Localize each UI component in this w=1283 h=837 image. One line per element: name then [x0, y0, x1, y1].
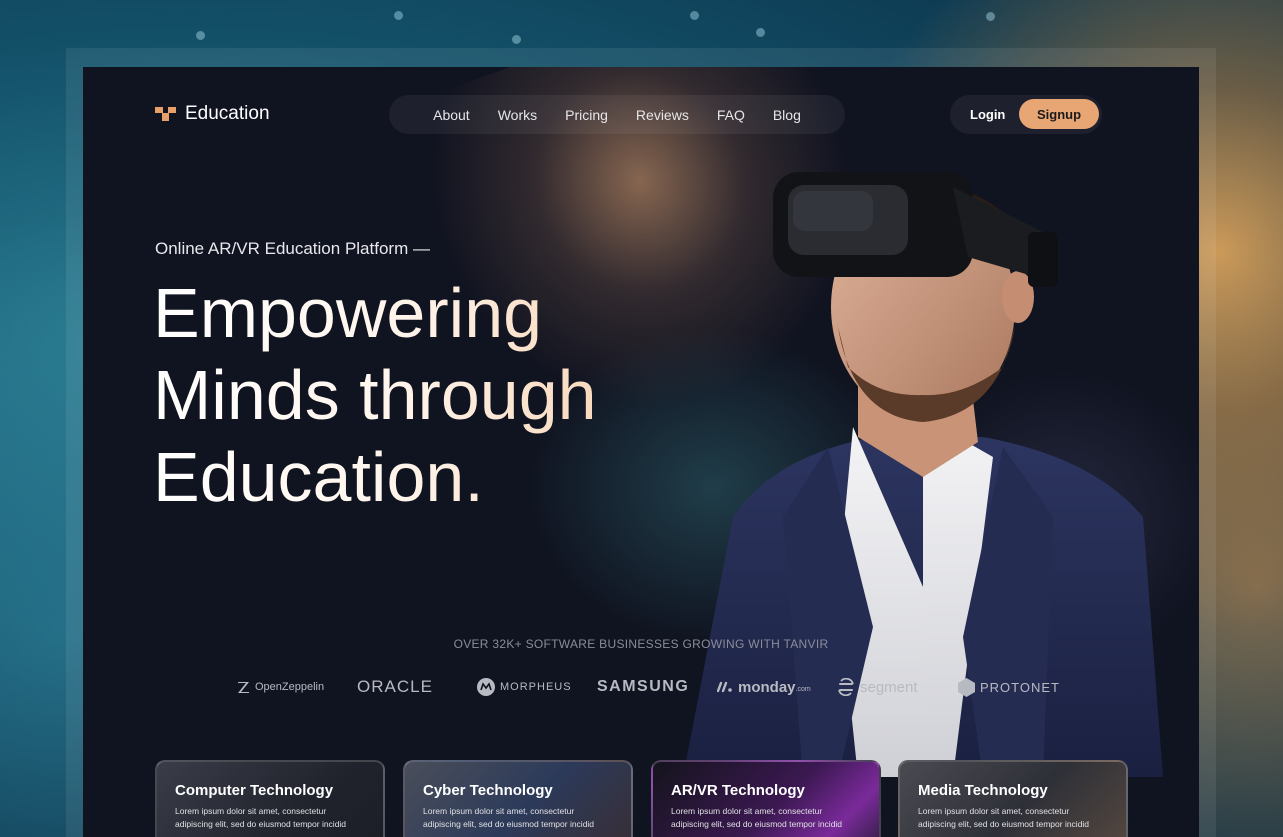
nav-pricing[interactable]: Pricing: [565, 107, 608, 123]
card-description: Lorem ipsum dolor sit amet, consectetur …: [671, 806, 843, 829]
protonet-logo: PROTONET: [958, 674, 1060, 700]
card-title: Media Technology: [918, 782, 1048, 799]
card-description: Lorem ipsum dolor sit amet, consectetur …: [175, 806, 347, 829]
brand-name: Education: [185, 103, 270, 124]
headline-line-3: Education.: [153, 438, 484, 516]
card-cyber-technology[interactable]: Cyber Technology Lorem ipsum dolor sit a…: [403, 760, 633, 837]
card-title: Computer Technology: [175, 782, 334, 799]
decor-dot: [756, 28, 765, 37]
openzeppelin-icon: [238, 681, 249, 693]
hero-eyebrow: Online AR/VR Education Platform —: [155, 239, 430, 258]
card-description: Lorem ipsum dolor sit amet, consectetur …: [918, 806, 1090, 829]
morpheus-icon: [477, 678, 495, 696]
main-nav: About Works Pricing Reviews FAQ Blog: [389, 95, 845, 134]
login-button[interactable]: Login: [970, 107, 1005, 122]
nav-blog[interactable]: Blog: [773, 107, 801, 123]
card-title: Cyber Technology: [423, 782, 553, 799]
nav-reviews[interactable]: Reviews: [636, 107, 689, 123]
segment-icon: [838, 678, 854, 696]
nav-works[interactable]: Works: [498, 107, 537, 123]
landing-page: Education About Works Pricing Reviews FA…: [83, 67, 1199, 837]
nav-about[interactable]: About: [433, 107, 470, 123]
trusted-by-text: OVER 32K+ SOFTWARE BUSINESSES GROWING WI…: [453, 637, 829, 651]
partner-logos: OpenZeppelin ORACLE MORPHEUS SAMSUNG mon…: [233, 674, 1059, 700]
morpheus-logo: MORPHEUS: [477, 674, 572, 700]
decor-dot: [196, 31, 205, 40]
card-arvr-technology[interactable]: AR/VR Technology Lorem ipsum dolor sit a…: [651, 760, 881, 837]
auth-group: Login Signup: [950, 95, 1102, 134]
monday-icon: [717, 681, 732, 693]
segment-logo: segment: [837, 674, 918, 700]
oracle-logo: ORACLE: [357, 677, 433, 696]
monday-logo: monday .com: [717, 674, 811, 700]
brand-logo[interactable]: Education: [155, 103, 270, 125]
headline-line-2: Minds through: [153, 356, 597, 434]
logo-icon: [155, 105, 177, 123]
card-computer-technology[interactable]: Computer Technology Lorem ipsum dolor si…: [155, 760, 385, 837]
headline-line-1: Empowering: [153, 274, 543, 352]
decor-dot: [986, 12, 995, 21]
card-description: Lorem ipsum dolor sit amet, consectetur …: [423, 806, 595, 829]
protonet-icon: [958, 677, 975, 697]
decor-dot: [690, 11, 699, 20]
decor-dot: [512, 35, 521, 44]
openzeppelin-logo: OpenZeppelin: [237, 674, 324, 700]
card-title: AR/VR Technology: [671, 782, 805, 799]
signup-button[interactable]: Signup: [1019, 99, 1099, 129]
samsung-logo: SAMSUNG: [597, 678, 690, 695]
card-media-technology[interactable]: Media Technology Lorem ipsum dolor sit a…: [898, 760, 1128, 837]
decor-dot: [394, 11, 403, 20]
nav-faq[interactable]: FAQ: [717, 107, 745, 123]
